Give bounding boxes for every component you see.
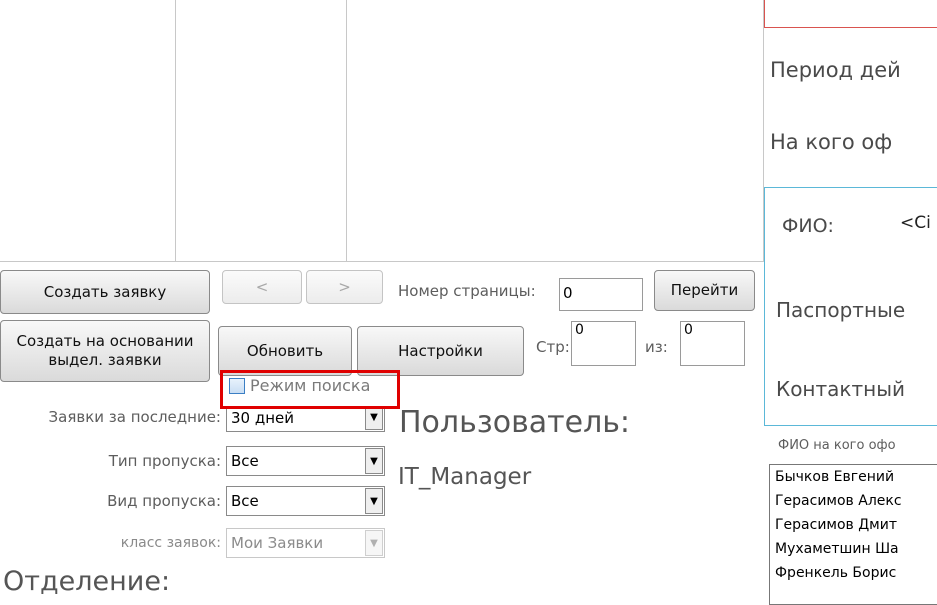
request-class-value: Мои Заявки <box>231 534 324 552</box>
next-page-button[interactable]: > <box>306 270 383 304</box>
pass-type-select[interactable]: Все ▼ <box>226 446 385 476</box>
next-label: > <box>338 277 351 296</box>
recent-requests-label: Заявки за последние: <box>48 408 221 426</box>
list-header: ФИО на кого офо <box>778 438 896 453</box>
go-label: Перейти <box>670 281 739 299</box>
request-class-label: класс заявок: <box>120 535 221 551</box>
settings-label: Настройки <box>398 341 483 360</box>
go-button[interactable]: Перейти <box>654 270 755 311</box>
person-list[interactable]: Бычков Евгений Герасимов Алекс Герасимов… <box>769 464 937 605</box>
page-number-input[interactable]: 0 <box>559 278 643 311</box>
of-label: из: <box>645 338 668 356</box>
refresh-label: Обновить <box>246 341 324 360</box>
grid-column-divider <box>175 0 176 262</box>
prev-label: < <box>255 277 269 296</box>
fio-value[interactable]: <Сі <box>900 213 937 233</box>
of-field[interactable]: 0 <box>680 321 745 366</box>
period-label: Период дей <box>770 58 901 82</box>
list-item[interactable]: Герасимов Алекс <box>770 489 937 513</box>
department-label: Отделение: <box>3 566 171 597</box>
dropdown-arrow-icon[interactable]: ▼ <box>365 530 383 556</box>
pass-type-label: Тип пропуска: <box>108 452 221 470</box>
dropdown-arrow-icon[interactable]: ▼ <box>365 448 383 474</box>
pass-kind-select[interactable]: Все ▼ <box>226 486 385 516</box>
grid-column-divider <box>346 0 347 262</box>
list-item[interactable]: Бычков Евгений <box>770 465 937 489</box>
create-request-label: Создать заявку <box>43 282 167 301</box>
user-label: Пользователь: <box>399 405 631 440</box>
refresh-button[interactable]: Обновить <box>218 326 352 376</box>
dropdown-arrow-icon[interactable]: ▼ <box>365 488 383 514</box>
list-item[interactable]: Герасимов Дмит <box>770 513 937 537</box>
page-field[interactable]: 0 <box>571 321 636 366</box>
search-mode-label: Режим поиска <box>250 376 371 395</box>
grid-bottom-border <box>0 261 764 262</box>
search-mode-checkbox[interactable] <box>229 378 245 394</box>
pass-kind-label: Вид пропуска: <box>107 492 221 510</box>
recent-requests-value: 30 дней <box>231 409 295 427</box>
create-request-button[interactable]: Создать заявку <box>0 270 210 314</box>
pass-kind-value: Все <box>231 492 259 510</box>
for-whom-label: На кого оф <box>770 130 893 154</box>
user-name: IT_Manager <box>398 464 532 490</box>
pass-type-value: Все <box>231 452 259 470</box>
page-label: Стр: <box>536 338 570 356</box>
list-item[interactable]: Френкель Борис <box>770 561 937 585</box>
prev-page-button[interactable]: < <box>222 270 302 304</box>
create-based-on-label: Создать на основании выдел. заявки <box>16 332 194 369</box>
create-based-on-button[interactable]: Создать на основании выдел. заявки <box>0 320 210 382</box>
passport-label: Паспортные <box>776 298 906 322</box>
fio-label: ФИО: <box>782 215 834 237</box>
list-item[interactable]: Мухаметшин Ша <box>770 537 937 561</box>
contact-label: Контактный <box>776 377 906 401</box>
settings-button[interactable]: Настройки <box>357 326 524 376</box>
top-right-box <box>764 0 937 28</box>
request-class-select[interactable]: Мои Заявки ▼ <box>226 528 385 558</box>
page-number-label: Номер страницы: <box>398 282 536 300</box>
